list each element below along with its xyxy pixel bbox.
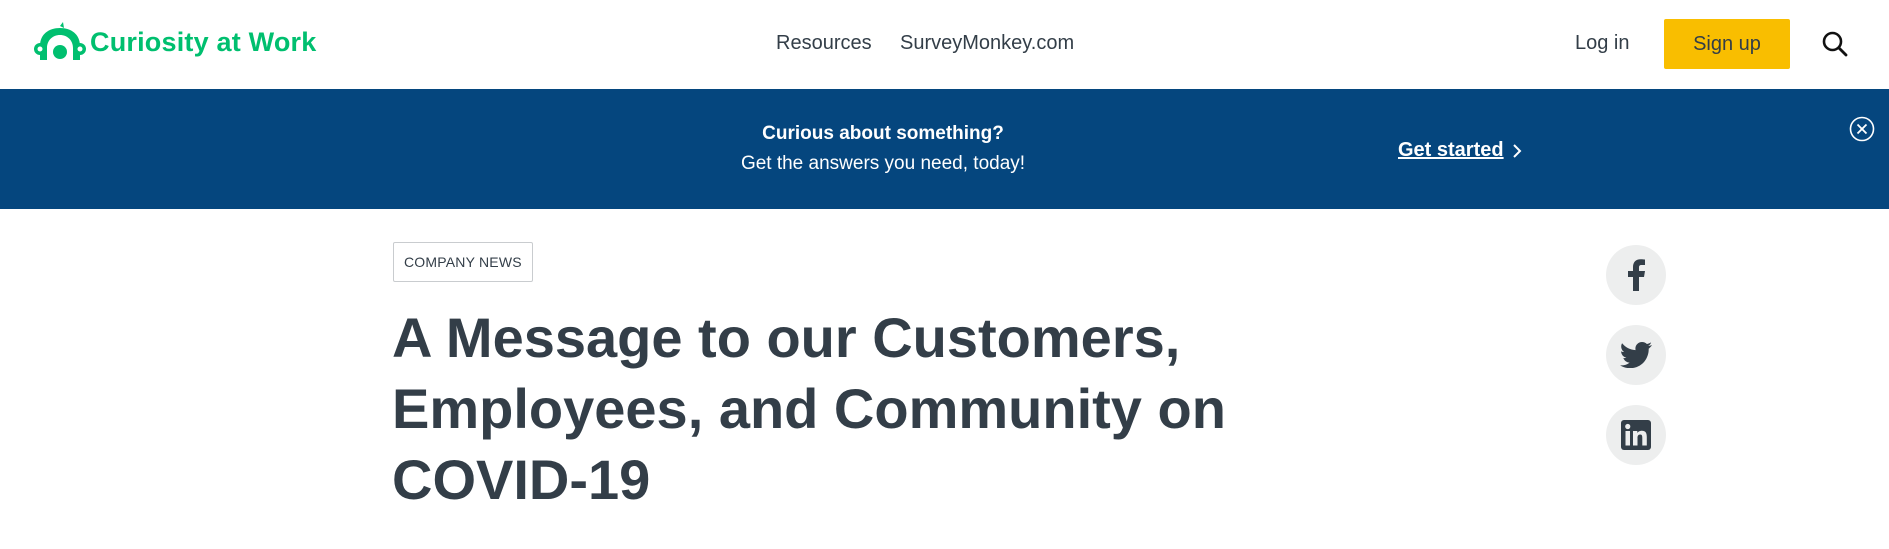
chevron-right-icon: [1512, 143, 1522, 158]
nav-surveymonkey-link[interactable]: SurveyMonkey.com: [900, 32, 1074, 55]
get-started-label: Get started: [1398, 139, 1504, 161]
close-icon[interactable]: [1849, 116, 1875, 142]
get-started-link[interactable]: Get started: [1398, 139, 1522, 162]
signup-button[interactable]: Sign up: [1664, 19, 1790, 69]
nav-resources-link[interactable]: Resources: [776, 32, 872, 55]
share-facebook-button[interactable]: [1606, 245, 1666, 305]
site-header: Curiosity at Work Resources SurveyMonkey…: [0, 0, 1889, 89]
share-linkedin-button[interactable]: [1606, 405, 1666, 465]
banner-title: Curious about something?: [762, 123, 1004, 144]
login-link[interactable]: Log in: [1575, 32, 1630, 55]
banner-subtitle: Get the answers you need, today!: [740, 153, 1026, 174]
share-twitter-button[interactable]: [1606, 325, 1666, 385]
linkedin-icon: [1621, 420, 1651, 450]
monkey-logo-icon: [34, 22, 86, 60]
logo-link[interactable]: Curiosity at Work: [34, 22, 316, 62]
logo-text: Curiosity at Work: [90, 26, 317, 57]
twitter-icon: [1620, 342, 1652, 368]
article-title: A Message to our Customers, Employees, a…: [392, 306, 1226, 511]
category-tag[interactable]: COMPANY NEWS: [393, 242, 533, 282]
search-icon[interactable]: [1821, 30, 1849, 58]
facebook-icon: [1628, 259, 1645, 291]
promo-banner: Curious about something? Get the answers…: [0, 89, 1889, 209]
